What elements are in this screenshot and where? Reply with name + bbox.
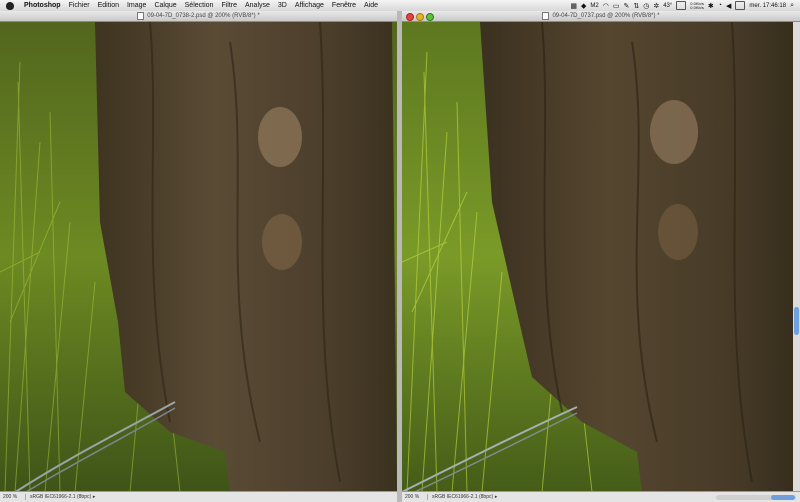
color-profile-right[interactable]: sRGB IEC61966-2.1 (8bpc)	[428, 494, 493, 500]
window-title-right: 09-04-7D_0737.psd @ 200% (RVB/8*) *	[552, 13, 660, 19]
dropbox-icon[interactable]: ◆	[581, 2, 586, 10]
window-titlebar-left[interactable]: 09-04-7D_0738-2.psd @ 200% (RVB/8*) *	[0, 11, 397, 22]
image-canvas-left[interactable]	[0, 22, 397, 492]
vertical-scrollbar-right[interactable]	[793, 22, 800, 492]
zoom-level-right[interactable]: 200 %	[402, 494, 428, 500]
network-rates: 0.0Kb/s 0.0Kb/s	[690, 1, 704, 10]
zoom-icon[interactable]	[426, 13, 434, 21]
document-icon	[137, 12, 145, 20]
window-controls	[406, 13, 434, 21]
apple-menu-icon[interactable]	[6, 1, 14, 10]
menu-analyse[interactable]: Analyse	[241, 2, 274, 9]
menu-3d[interactable]: 3D	[274, 2, 291, 9]
document-window-right: 09-04-7D_0737.psd @ 200% (RVB/8*) * 200 …	[402, 11, 800, 502]
horizontal-scroll-thumb[interactable]	[771, 494, 795, 500]
menu-app-name[interactable]: Photoshop	[20, 2, 65, 9]
photo-tree-trunk-grass	[402, 22, 800, 492]
volume-icon[interactable]: ◀	[726, 2, 731, 10]
menu-selection[interactable]: Sélection	[181, 2, 218, 9]
display-icon[interactable]: ▭	[613, 2, 620, 10]
time-machine-icon[interactable]: ◷	[643, 2, 649, 10]
net-down: 0.0Kb/s	[690, 4, 704, 10]
menu-aide[interactable]: Aide	[360, 2, 382, 9]
battery-icon[interactable]	[735, 1, 746, 10]
status-bar-right: 200 % sRGB IEC61966-2.1 (8bpc) ▸	[402, 491, 800, 502]
apps-icon[interactable]: ▦	[570, 2, 577, 10]
color-profile-left[interactable]: sRGB IEC61966-2.1 (8bpc)	[26, 494, 91, 500]
bluetooth-icon[interactable]: ✱	[708, 2, 714, 10]
spotlight-hint-icon[interactable]: ✎	[623, 2, 629, 10]
menu-calque[interactable]: Calque	[150, 2, 180, 9]
m2-label[interactable]: M2	[590, 3, 598, 9]
menu-fenetre[interactable]: Fenêtre	[328, 2, 360, 9]
menu-extras: ▦ ◆ M2 ◠ ▭ ✎ ⇅ ◷ ✲ 43° 0.0Kb/s 0.0Kb/s ✱…	[570, 1, 800, 10]
image-canvas-right[interactable]	[402, 22, 800, 492]
temperature: 43°	[663, 2, 673, 9]
status-menu-arrow-icon[interactable]: ▸	[91, 494, 97, 500]
menu-fichier[interactable]: Fichier	[65, 2, 94, 9]
horizontal-scrollbar-right[interactable]	[716, 494, 796, 500]
network-icon[interactable]: ⇅	[633, 2, 639, 10]
search-icon[interactable]: ⌕	[790, 2, 794, 10]
clock[interactable]: mer. 17:46:18	[749, 3, 786, 9]
vertical-scroll-thumb[interactable]	[794, 307, 799, 335]
menu-filtre[interactable]: Filtre	[217, 2, 241, 9]
status-bar-left: 200 % sRGB IEC61966-2.1 (8bpc) ▸	[0, 491, 397, 502]
close-icon[interactable]	[406, 13, 414, 21]
status-menu-arrow-icon[interactable]: ▸	[493, 494, 499, 500]
headphones-icon[interactable]: ◠	[603, 2, 609, 10]
window-titlebar-right[interactable]: 09-04-7D_0737.psd @ 200% (RVB/8*) *	[402, 11, 800, 22]
minimize-icon[interactable]	[416, 13, 424, 21]
document-window-left: 09-04-7D_0738-2.psd @ 200% (RVB/8*) * 20…	[0, 11, 397, 502]
menu-affichage[interactable]: Affichage	[291, 2, 328, 9]
menu-image[interactable]: Image	[123, 2, 150, 9]
window-title-left: 09-04-7D_0738-2.psd @ 200% (RVB/8*) *	[147, 13, 260, 19]
menu-edition[interactable]: Edition	[94, 2, 123, 9]
photo-tree-trunk-grass	[0, 22, 397, 492]
document-icon	[542, 12, 550, 20]
settings-icon[interactable]: ✲	[653, 2, 659, 10]
activity-monitor-icon[interactable]	[676, 1, 687, 10]
wifi-icon[interactable]: ◔	[718, 2, 722, 9]
zoom-level-left[interactable]: 200 %	[0, 494, 26, 500]
